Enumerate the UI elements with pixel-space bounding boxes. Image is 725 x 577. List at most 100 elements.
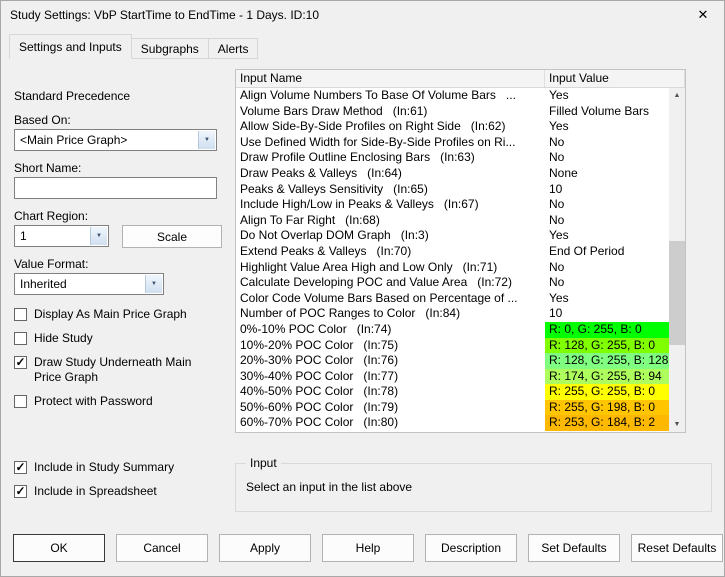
chart-region-select[interactable]: 1 ▼ xyxy=(14,225,109,247)
checkbox-display-as-main-price-graph[interactable] xyxy=(14,308,27,321)
input-row[interactable]: Use Defined Width for Side-By-Side Profi… xyxy=(236,135,669,151)
input-value-cell: Filled Volume Bars xyxy=(549,103,650,118)
scroll-down-icon[interactable]: ▼ xyxy=(669,417,685,432)
input-row[interactable]: Draw Profile Outline Enclosing Bars (In:… xyxy=(236,150,669,166)
column-header-input-value[interactable]: Input Value xyxy=(545,70,685,87)
checkbox-protect-with-password[interactable] xyxy=(14,395,27,408)
reset-defaults-button[interactable]: Reset Defaults xyxy=(631,534,723,562)
column-header-input-name[interactable]: Input Name xyxy=(236,70,545,87)
input-row[interactable]: Include High/Low in Peaks & Valleys (In:… xyxy=(236,197,669,213)
inputs-list-header: Input Name Input Value xyxy=(236,70,685,88)
input-row[interactable]: Highlight Value Area High and Low Only (… xyxy=(236,260,669,276)
input-value-cell: R: 174, G: 255, B: 94 xyxy=(545,368,669,385)
input-row[interactable]: Peaks & Valleys Sensitivity (In:65) 10 xyxy=(236,182,669,198)
input-row[interactable]: Align Volume Numbers To Base Of Volume B… xyxy=(236,88,669,104)
standard-precedence-label: Standard Precedence xyxy=(14,89,131,103)
scroll-thumb[interactable] xyxy=(669,241,685,345)
input-name-cell: Volume Bars Draw Method (In:61) xyxy=(240,103,428,118)
inputs-list: Input Name Input Value Align Volume Numb… xyxy=(235,69,686,433)
set-defaults-button[interactable]: Set Defaults xyxy=(528,534,620,562)
ok-button[interactable]: OK xyxy=(13,534,105,562)
checkbox-label: Include in Study Summary xyxy=(34,460,175,474)
checkbox-row-hide-study[interactable]: Hide Study xyxy=(14,331,226,346)
scroll-track[interactable] xyxy=(669,103,685,417)
input-name-cell: Include High/Low in Peaks & Valleys (In:… xyxy=(240,197,479,212)
input-group-message: Select an input in the list above xyxy=(246,480,413,494)
input-name-cell: 10%-20% POC Color (In:75) xyxy=(240,337,399,352)
chevron-down-icon[interactable]: ▼ xyxy=(90,227,107,245)
based-on-value: <Main Price Graph> xyxy=(20,133,128,147)
input-name-cell: Extend Peaks & Valleys (In:70) xyxy=(240,243,412,258)
input-row[interactable]: 50%-60% POC Color (In:79) R: 255, G: 198,… xyxy=(236,399,669,416)
tab-subgraphs[interactable]: Subgraphs xyxy=(130,38,209,59)
cancel-button[interactable]: Cancel xyxy=(116,534,208,562)
input-name-cell: Draw Profile Outline Enclosing Bars (In:… xyxy=(240,150,475,165)
input-value-cell: R: 255, G: 198, B: 0 xyxy=(545,399,669,416)
input-name-cell: Align Volume Numbers To Base Of Volume B… xyxy=(240,88,516,102)
based-on-select[interactable]: <Main Price Graph> ▼ xyxy=(14,129,217,151)
input-row[interactable]: Volume Bars Draw Method (In:61) Filled Vo… xyxy=(236,104,669,120)
input-value-cell: No xyxy=(549,134,565,149)
chart-region-label: Chart Region: xyxy=(14,209,89,223)
input-row[interactable]: 0%-10% POC Color (In:74) R: 0, G: 255, B:… xyxy=(236,321,669,338)
apply-button[interactable]: Apply xyxy=(219,534,311,562)
help-button[interactable]: Help xyxy=(322,534,414,562)
input-row[interactable]: Calculate Developing POC and Value Area … xyxy=(236,275,669,291)
input-row[interactable]: 10%-20% POC Color (In:75) R: 128, G: 255,… xyxy=(236,337,669,354)
checkbox-row-include-in-spreadsheet[interactable]: ✓ Include in Spreadsheet xyxy=(14,484,226,499)
chart-region-row: 1 ▼ Scale xyxy=(14,225,226,248)
short-name-input[interactable] xyxy=(14,177,217,199)
inputs-rows: Align Volume Numbers To Base Of Volume B… xyxy=(236,88,669,432)
input-row[interactable]: Do Not Overlap DOM Graph (In:3) Yes xyxy=(236,228,669,244)
input-name-cell: Do Not Overlap DOM Graph (In:3) xyxy=(240,228,429,243)
input-value-cell: Yes xyxy=(549,228,569,243)
input-row[interactable]: Draw Peaks & Valleys (In:64) None xyxy=(236,166,669,182)
checkbox-include-in-spreadsheet[interactable]: ✓ xyxy=(14,485,27,498)
description-button[interactable]: Description xyxy=(425,534,517,562)
chart-region-value: 1 xyxy=(20,229,27,243)
scale-button[interactable]: Scale xyxy=(122,225,222,248)
inputs-scrollbar[interactable]: ▲ ▼ xyxy=(669,88,685,432)
chevron-down-icon[interactable]: ▼ xyxy=(198,131,215,149)
checkbox-row-protect-with-password[interactable]: Protect with Password xyxy=(14,394,226,409)
value-format-select[interactable]: Inherited ▼ xyxy=(14,273,164,295)
summary-checkbox-group: ✓ Include in Study Summary ✓ Include in Spr… xyxy=(14,460,226,499)
value-format-label: Value Format: xyxy=(14,257,89,271)
input-row[interactable]: 40%-50% POC Color (In:78) R: 255, G: 255,… xyxy=(236,384,669,400)
input-value-cell: Yes xyxy=(549,88,569,102)
tab-strip: Settings and Inputs Subgraphs Alerts xyxy=(9,34,259,59)
chevron-down-icon[interactable]: ▼ xyxy=(145,275,162,293)
checkbox-draw-study-underneath-main-price-graph[interactable]: ✓ xyxy=(14,356,27,369)
tab-settings-and-inputs[interactable]: Settings and Inputs xyxy=(9,34,132,59)
input-row[interactable]: 60%-70% POC Color (In:80) R: 253, G: 184,… xyxy=(236,415,669,432)
checkbox-label: Draw Study Underneath Main Price Graph xyxy=(34,355,192,384)
checkbox-label: Display As Main Price Graph xyxy=(34,307,187,321)
tab-alerts[interactable]: Alerts xyxy=(207,38,259,59)
scroll-up-icon[interactable]: ▲ xyxy=(669,88,685,103)
input-name-cell: 50%-60% POC Color (In:79) xyxy=(240,399,399,414)
input-row[interactable]: Number of POC Ranges to Color (In:84) 10 xyxy=(236,306,669,322)
close-icon[interactable]: ✕ xyxy=(682,1,724,28)
input-name-cell: Allow Side-By-Side Profiles on Right Sid… xyxy=(240,119,506,134)
input-value-cell: R: 253, G: 184, B: 2 xyxy=(545,415,669,432)
study-settings-dialog: Study Settings: VbP StartTime to EndTime… xyxy=(0,0,725,577)
titlebar: Study Settings: VbP StartTime to EndTime… xyxy=(1,1,724,29)
input-row[interactable]: Color Code Volume Bars Based on Percenta… xyxy=(236,291,669,307)
value-format-value: Inherited xyxy=(20,277,67,291)
checkbox-include-in-study-summary[interactable]: ✓ xyxy=(14,461,27,474)
input-row[interactable]: Align To Far Right (In:68) No xyxy=(236,213,669,229)
checkbox-row-display-as-main-price-graph[interactable]: Display As Main Price Graph xyxy=(14,307,226,322)
input-group: Input Select an input in the list above xyxy=(235,456,712,512)
input-row[interactable]: 20%-30% POC Color (In:76) R: 128, G: 255,… xyxy=(236,353,669,369)
input-name-cell: 60%-70% POC Color (In:80) xyxy=(240,415,399,430)
checkbox-label: Protect with Password xyxy=(34,394,153,408)
checkbox-hide-study[interactable] xyxy=(14,332,27,345)
based-on-label: Based On: xyxy=(14,113,71,127)
input-value-cell: R: 0, G: 255, B: 0 xyxy=(545,321,669,338)
checkbox-row-draw-study-underneath-main-price-graph[interactable]: ✓ Draw Study Underneath Main Price Graph xyxy=(14,355,226,385)
input-row[interactable]: Allow Side-By-Side Profiles on Right Sid… xyxy=(236,119,669,135)
input-row[interactable]: Extend Peaks & Valleys (In:70) End Of Per… xyxy=(236,244,669,260)
input-row[interactable]: 30%-40% POC Color (In:77) R: 174, G: 255,… xyxy=(236,368,669,385)
checkbox-row-include-in-study-summary[interactable]: ✓ Include in Study Summary xyxy=(14,460,226,475)
